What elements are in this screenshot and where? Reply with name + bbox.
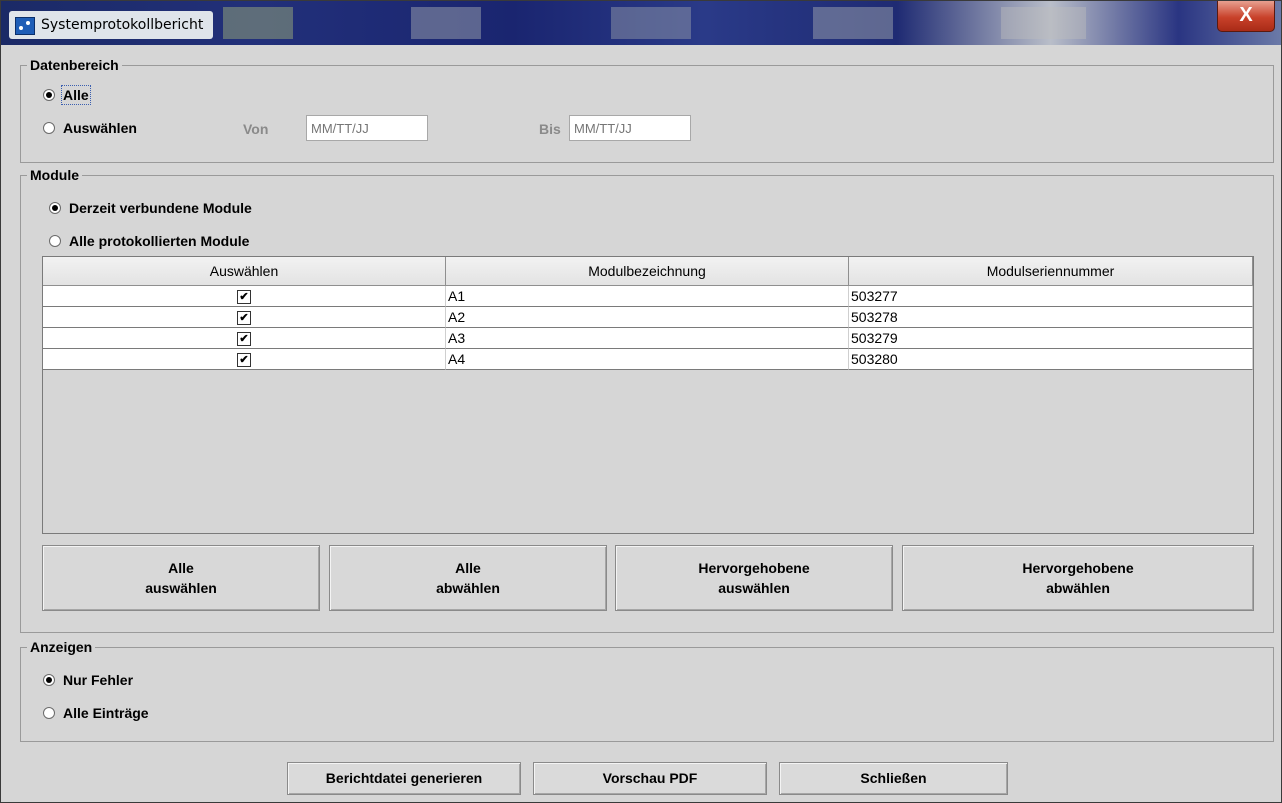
radio-auswaehlen[interactable]: Auswählen <box>43 120 137 136</box>
select-cell[interactable]: ✔ <box>43 307 446 328</box>
radio-label-nur-fehler: Nur Fehler <box>63 672 134 688</box>
radio-label-alle-eintraege: Alle Einträge <box>63 705 149 721</box>
close-icon[interactable]: X <box>1217 1 1275 32</box>
vorschau-pdf-button[interactable]: Vorschau PDF <box>533 762 767 795</box>
title-bar[interactable]: Systemprotokollbericht X <box>1 1 1281 45</box>
hervorgehobene-abwaehlen-button[interactable]: Hervorgehobene abwählen <box>902 545 1254 611</box>
datenbereich-title: Datenbereich <box>27 57 122 73</box>
button-line: Alle <box>455 560 481 576</box>
anzeigen-group: Anzeigen Nur Fehler Alle Einträge <box>20 639 1274 742</box>
column-header-modulbezeichnung[interactable]: Modulbezeichnung <box>446 257 849 286</box>
table-row[interactable]: ✔ A4 503280 <box>43 349 1253 370</box>
button-line: auswählen <box>145 580 217 596</box>
app-icon <box>15 17 35 35</box>
radio-alle-eintraege[interactable]: Alle Einträge <box>43 705 149 721</box>
schliessen-button[interactable]: Schließen <box>779 762 1008 795</box>
von-date-input[interactable] <box>306 115 428 141</box>
window-title: Systemprotokollbericht <box>9 11 214 39</box>
button-line: Hervorgehobene <box>1022 560 1134 576</box>
radio-label-auswaehlen: Auswählen <box>63 120 137 136</box>
module-table: Auswählen Modulbezeichnung Modulseriennu… <box>42 256 1254 534</box>
button-line: Alle <box>168 560 194 576</box>
radio-label-derzeit: Derzeit verbundene Module <box>69 200 252 216</box>
select-cell[interactable]: ✔ <box>43 349 446 370</box>
window-title-text: Systemprotokollbericht <box>41 17 204 33</box>
module-name-cell: A4 <box>446 349 849 370</box>
module-serial-cell: 503277 <box>849 286 1253 307</box>
checkmark-icon[interactable]: ✔ <box>237 311 251 326</box>
select-cell[interactable]: ✔ <box>43 286 446 307</box>
select-cell[interactable]: ✔ <box>43 328 446 349</box>
table-row[interactable]: ✔ A1 503277 <box>43 286 1253 307</box>
button-line: abwählen <box>436 580 500 596</box>
radio-nur-fehler[interactable]: Nur Fehler <box>43 672 133 688</box>
radio-button-alle-protokollierten[interactable] <box>49 235 61 247</box>
anzeigen-title: Anzeigen <box>27 639 96 655</box>
table-row[interactable]: ✔ A2 503278 <box>43 307 1253 328</box>
hervorgehobene-auswaehlen-button[interactable]: Hervorgehobene auswählen <box>615 545 893 611</box>
radio-button-alle[interactable] <box>43 89 55 101</box>
alle-abwaehlen-button[interactable]: Alle abwählen <box>329 545 607 611</box>
module-name-cell: A1 <box>446 286 849 307</box>
radio-alle-protokollierten[interactable]: Alle protokollierten Module <box>49 233 249 249</box>
berichtdatei-generieren-button[interactable]: Berichtdatei generieren <box>287 762 521 795</box>
checkmark-icon[interactable]: ✔ <box>237 353 251 368</box>
table-header: Auswählen Modulbezeichnung Modulseriennu… <box>43 257 1253 286</box>
column-header-modulseriennummer[interactable]: Modulseriennummer <box>849 257 1253 286</box>
button-line: auswählen <box>718 580 790 596</box>
checkmark-icon[interactable]: ✔ <box>237 290 251 305</box>
module-serial-cell: 503280 <box>849 349 1253 370</box>
radio-alle[interactable]: Alle <box>43 85 91 105</box>
module-name-cell: A2 <box>446 307 849 328</box>
checkmark-icon[interactable]: ✔ <box>237 332 251 347</box>
table-row[interactable]: ✔ A3 503279 <box>43 328 1253 349</box>
radio-button-nur-fehler[interactable] <box>43 674 55 686</box>
radio-label-alle: Alle <box>61 85 91 105</box>
datenbereich-group: Datenbereich Alle Auswählen Von Bis <box>20 57 1274 163</box>
column-header-auswaehlen[interactable]: Auswählen <box>43 257 446 286</box>
radio-button-derzeit[interactable] <box>49 202 61 214</box>
bis-date-input[interactable] <box>569 115 691 141</box>
module-serial-cell: 503278 <box>849 307 1253 328</box>
radio-derzeit-verbundene[interactable]: Derzeit verbundene Module <box>49 200 252 216</box>
radio-label-alle-protokollierten: Alle protokollierten Module <box>69 233 250 249</box>
bis-label: Bis <box>539 121 561 137</box>
button-line: abwählen <box>1046 580 1110 596</box>
module-serial-cell: 503279 <box>849 328 1253 349</box>
von-label: Von <box>243 121 269 137</box>
button-line: Hervorgehobene <box>698 560 810 576</box>
alle-auswaehlen-button[interactable]: Alle auswählen <box>42 545 320 611</box>
radio-button-auswaehlen[interactable] <box>43 122 55 134</box>
module-title: Module <box>27 167 82 183</box>
module-name-cell: A3 <box>446 328 849 349</box>
dialog-window: Systemprotokollbericht X Datenbereich Al… <box>0 0 1282 803</box>
radio-button-alle-eintraege[interactable] <box>43 707 55 719</box>
